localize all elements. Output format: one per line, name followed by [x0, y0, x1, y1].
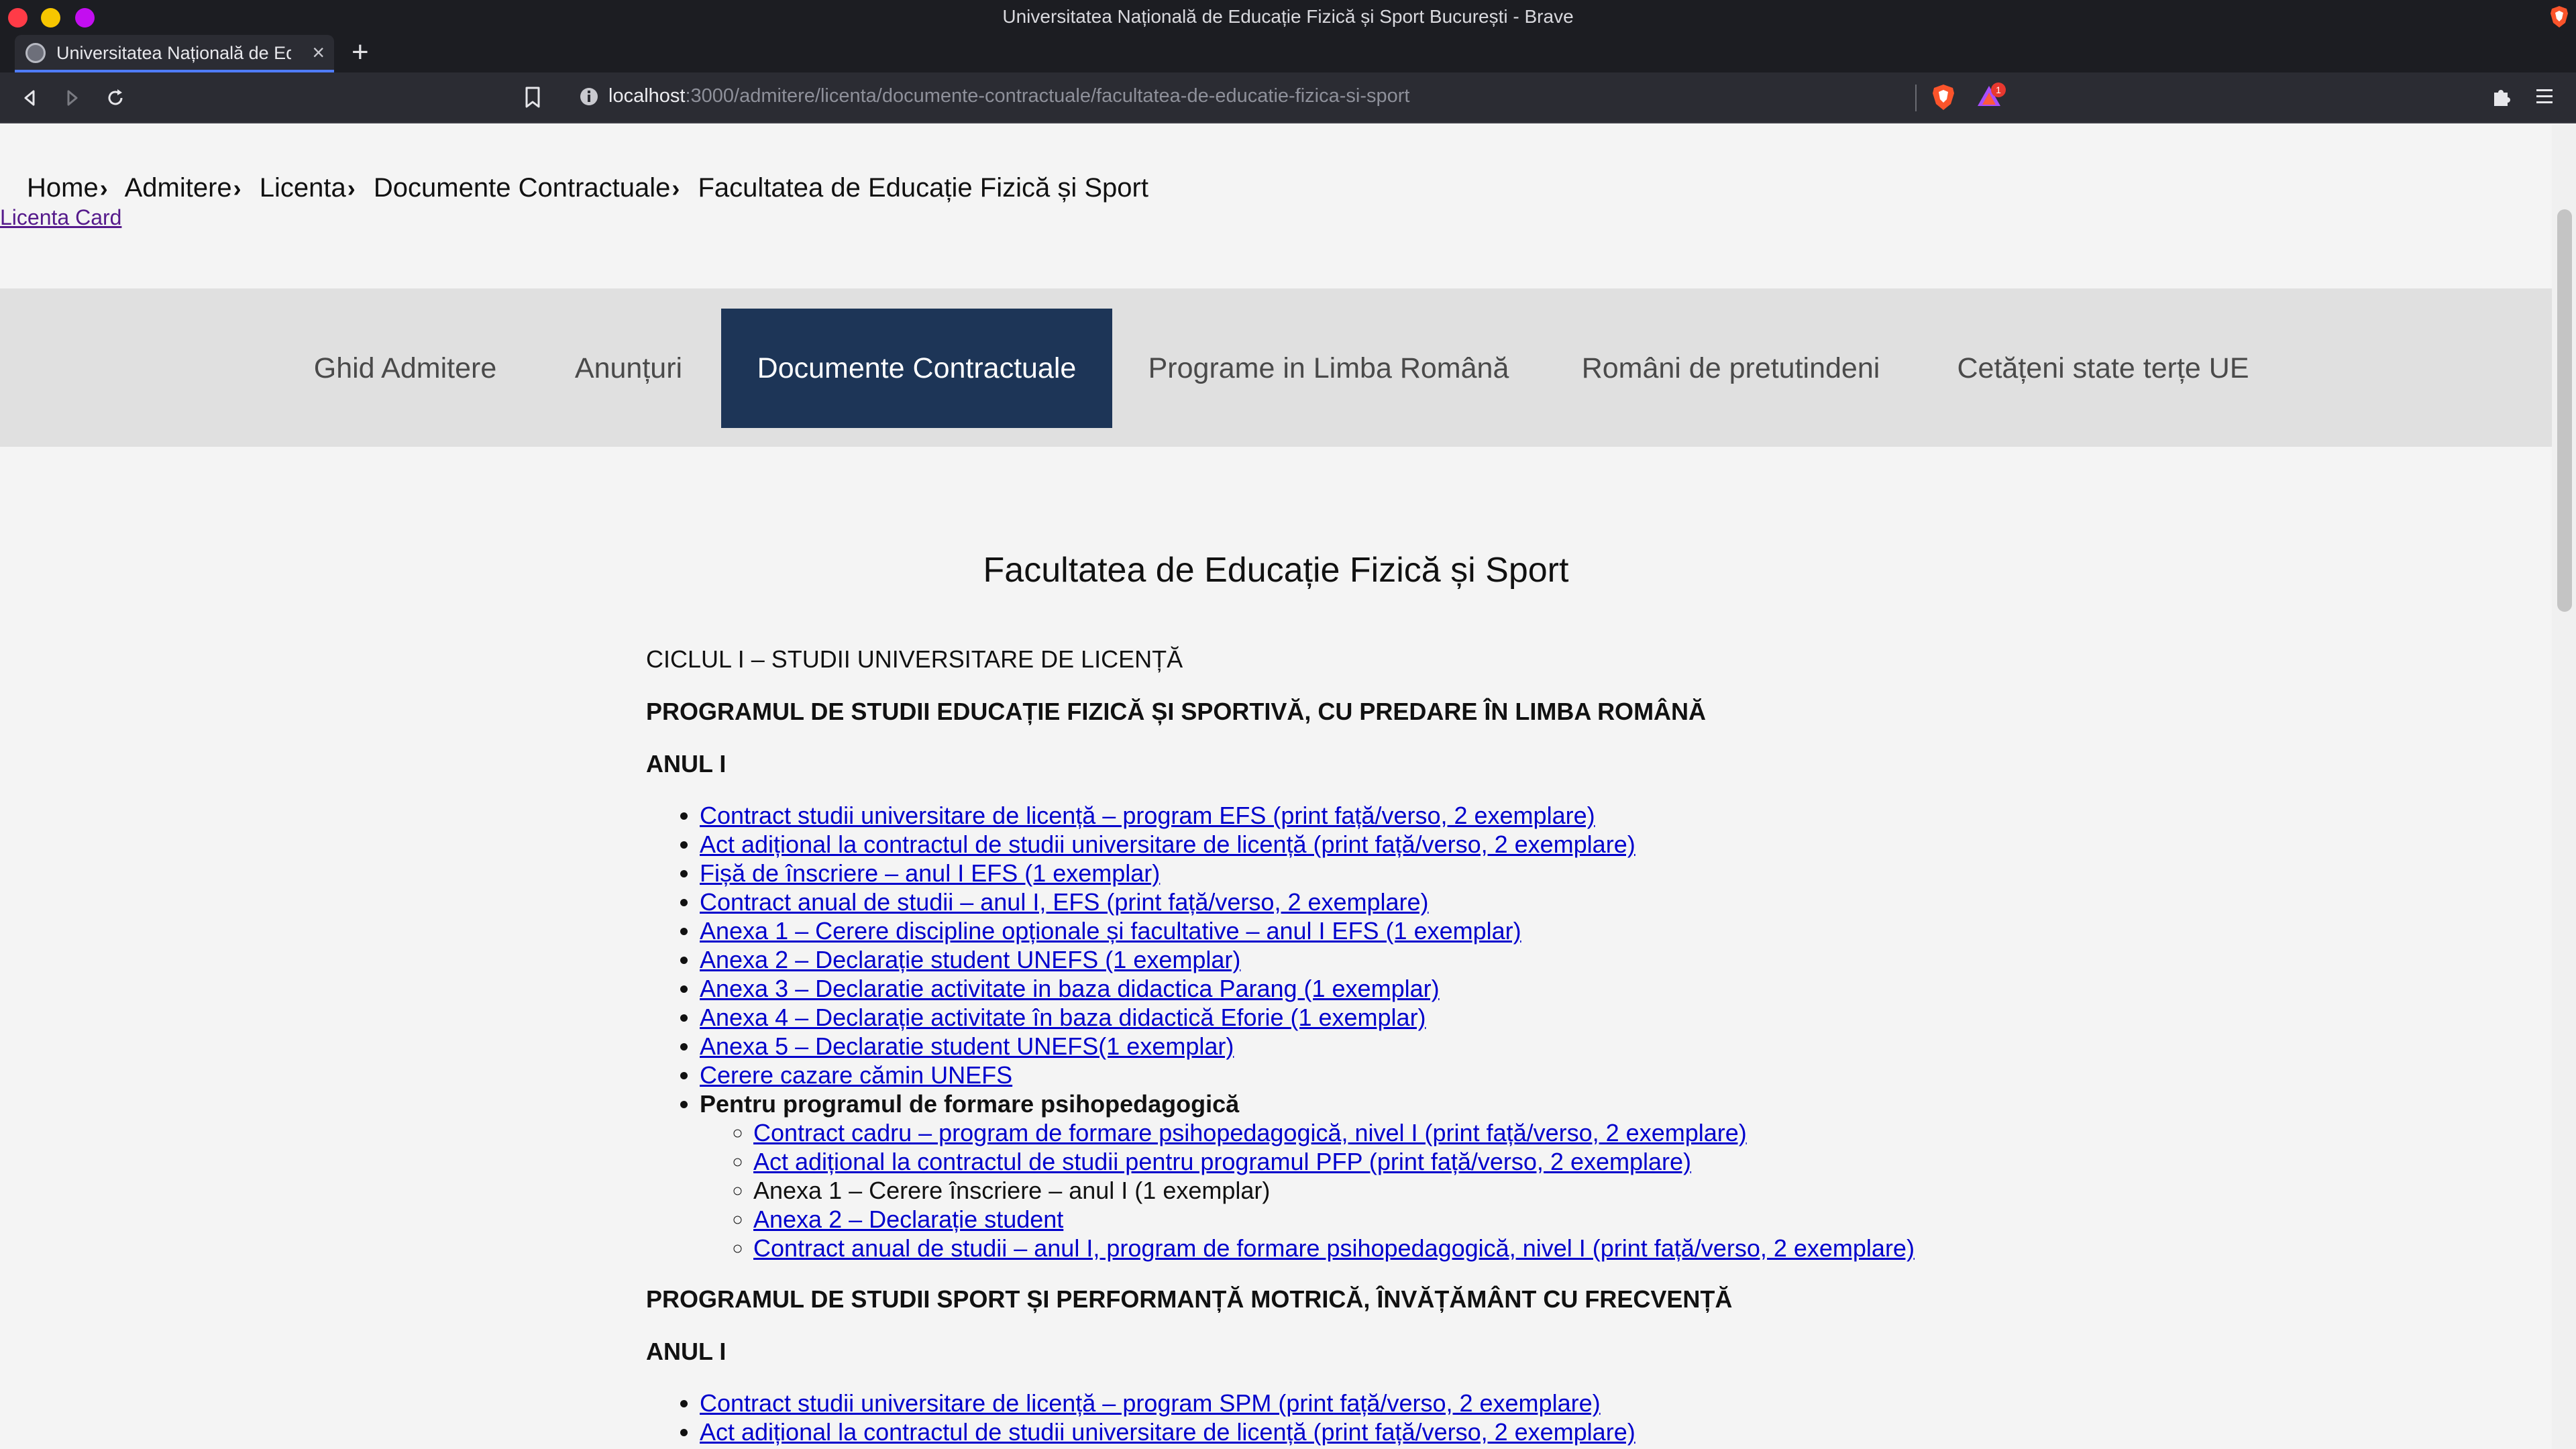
documents-content: CICLUL I – STUDII UNIVERSITARE DE LICENȚ…	[646, 644, 2256, 1449]
document-link[interactable]: Act adițional la contractul de studii un…	[700, 830, 1635, 858]
document-text: Anexa 1 – Cerere înscriere – anul I (1 e…	[753, 1177, 1271, 1204]
efs-documents-list: Contract studii universitare de licență …	[700, 801, 2256, 1263]
document-link[interactable]: Contract studii universitare de licență …	[700, 1389, 1601, 1417]
window-titlebar: Universitatea Națională de Educație Fizi…	[0, 0, 2576, 34]
list-item: Anexa 1 – Cerere discipline opționale și…	[700, 916, 2256, 945]
list-item: Anexa 2 – Declarație student UNEFS (1 ex…	[700, 945, 2256, 974]
back-arrow-icon[interactable]	[16, 85, 43, 111]
active-tab[interactable]: Universitatea Națională de Educație Fizi…	[15, 35, 334, 72]
breadcrumb-separator: ›	[233, 174, 241, 202]
spm-documents-list: Contract studii universitare de licență …	[700, 1389, 2256, 1446]
program-spm-heading: PROGRAMUL DE STUDII SPORT ȘI PERFORMANȚĂ…	[646, 1285, 1733, 1313]
web-page: Home› Admitere› Licenta› Documente Contr…	[0, 125, 2552, 1449]
document-link[interactable]: Contract anual de studii – anul I, progr…	[753, 1234, 1915, 1262]
breadcrumb-home[interactable]: Home	[27, 173, 99, 203]
list-item: Anexa 3 – Declaratie activitate in baza …	[700, 974, 2256, 1003]
pfp-heading: Pentru programul de formare psihopedagog…	[700, 1090, 1240, 1118]
toolbar-divider	[1915, 85, 1917, 111]
list-item: Contract cadru – program de formare psih…	[753, 1118, 2256, 1147]
list-item: Act adițional la contractul de studii un…	[700, 1417, 2256, 1446]
scrollbar-thumb[interactable]	[2557, 209, 2572, 612]
subnav-programe-limba-romana[interactable]: Programe in Limba Română	[1139, 309, 1518, 428]
document-link[interactable]: Act adițional la contractul de studii pe…	[753, 1148, 1691, 1175]
list-item: Pentru programul de formare psihopedagog…	[700, 1089, 2256, 1263]
list-item: Fișă de înscriere – anul I EFS (1 exempl…	[700, 859, 2256, 888]
url-path: :3000/admitere/licenta/documente-contrac…	[685, 85, 1410, 107]
browser-toolbar: localhost:3000/admitere/licenta/document…	[0, 72, 2576, 123]
cycle-heading: CICLUL I – STUDII UNIVERSITARE DE LICENȚ…	[646, 645, 1183, 673]
breadcrumb-admitere[interactable]: Admitere	[125, 173, 232, 203]
tab-title: Universitatea Națională de Educație Fizi…	[56, 43, 291, 63]
document-link[interactable]: Contract anual de studii – anul I, EFS (…	[700, 888, 1429, 916]
rewards-badge: 1	[1991, 83, 2006, 97]
breadcrumb-separator: ›	[99, 174, 108, 202]
program-spm-year: ANUL I	[646, 1338, 727, 1365]
tab-close-icon[interactable]: ×	[312, 40, 325, 65]
licenta-card-link[interactable]: Licenta Card	[0, 205, 121, 230]
list-item: Act adițional la contractul de studii pe…	[753, 1147, 2256, 1176]
program-efs-heading: PROGRAMUL DE STUDII EDUCAȚIE FIZICĂ ȘI S…	[646, 698, 1707, 725]
brave-shield-icon[interactable]	[1931, 83, 1956, 111]
reload-icon[interactable]	[102, 85, 129, 111]
forward-arrow-icon[interactable]	[59, 85, 86, 111]
list-item: Anexa 5 – Declaratie student UNEFS(1 exe…	[700, 1032, 2256, 1061]
bookmark-icon[interactable]	[523, 86, 542, 109]
document-link[interactable]: Anexa 3 – Declaratie activitate in baza …	[700, 975, 1440, 1002]
list-item: Contract anual de studii – anul I, EFS (…	[700, 888, 2256, 916]
document-link[interactable]: Anexa 2 – Declarație student	[753, 1205, 1063, 1233]
breadcrumb-documente-contractuale[interactable]: Documente Contractuale	[374, 173, 670, 203]
window-title: Universitatea Națională de Educație Fizi…	[1002, 6, 1574, 27]
address-bar[interactable]: localhost:3000/admitere/licenta/document…	[608, 85, 1409, 107]
tab-strip: Universitatea Națională de Educație Fizi…	[0, 34, 2576, 72]
document-link[interactable]: Anexa 2 – Declarație student UNEFS (1 ex…	[700, 946, 1240, 973]
subnav-anunturi[interactable]: Anunțuri	[554, 309, 703, 428]
url-host: localhost	[608, 85, 686, 107]
hamburger-menu-icon[interactable]	[2534, 87, 2555, 106]
list-item: Cerere cazare cămin UNEFS	[700, 1061, 2256, 1089]
breadcrumb-separator: ›	[347, 174, 356, 202]
document-link[interactable]: Act adițional la contractul de studii un…	[700, 1418, 1635, 1446]
list-item: Contract studii universitare de licență …	[700, 1389, 2256, 1417]
list-item: Act adițional la contractul de studii un…	[700, 830, 2256, 859]
breadcrumb-current-page: Facultatea de Educație Fizică și Sport	[698, 173, 1148, 203]
subnav-romani-de-pretutindeni[interactable]: Români de pretutindeni	[1566, 309, 1895, 428]
list-item: Anexa 1 – Cerere înscriere – anul I (1 e…	[753, 1176, 2256, 1205]
subnav-ghid-admitere[interactable]: Ghid Admitere	[299, 309, 511, 428]
brave-logo-icon	[2551, 6, 2568, 28]
site-favicon-icon	[25, 43, 46, 63]
svg-text:1: 1	[1996, 85, 2001, 95]
document-link[interactable]: Anexa 1 – Cerere discipline opționale și…	[700, 917, 1521, 945]
breadcrumb-licenta[interactable]: Licenta	[260, 173, 346, 203]
document-link[interactable]: Contract studii universitare de licență …	[700, 802, 1595, 829]
list-item: Anexa 4 – Declarație activitate în baza …	[700, 1003, 2256, 1032]
document-link[interactable]: Cerere cazare cămin UNEFS	[700, 1061, 1012, 1089]
pfp-documents-list: Contract cadru – program de formare psih…	[753, 1118, 2256, 1263]
puzzle-icon[interactable]	[2490, 86, 2513, 109]
content-title: Facultatea de Educație Fizică și Sport	[983, 551, 1569, 590]
document-link[interactable]: Contract cadru – program de formare psih…	[753, 1119, 1747, 1146]
subnav-cetateni-state-terte[interactable]: Cetățeni state terțe UE	[1945, 309, 2261, 428]
list-item: Contract anual de studii – anul I, progr…	[753, 1234, 2256, 1263]
document-link[interactable]: Anexa 4 – Declarație activitate în baza …	[700, 1004, 1426, 1031]
list-item: Contract studii universitare de licență …	[700, 801, 2256, 830]
site-info-icon[interactable]	[578, 86, 600, 107]
document-link[interactable]: Fișă de înscriere – anul I EFS (1 exempl…	[700, 859, 1160, 887]
new-tab-button[interactable]: +	[352, 35, 369, 70]
breadcrumb: Home› Admitere› Licenta› Documente Contr…	[27, 173, 1148, 203]
admission-subnav: Ghid Admitere Anunțuri Documente Contrac…	[0, 288, 2552, 447]
breadcrumb-separator: ›	[672, 174, 680, 202]
page-scrollbar[interactable]	[2552, 125, 2576, 1449]
subnav-documente-contractuale[interactable]: Documente Contractuale	[721, 309, 1112, 428]
program-efs-year: ANUL I	[646, 750, 727, 777]
document-link[interactable]: Anexa 5 – Declaratie student UNEFS(1 exe…	[700, 1032, 1234, 1060]
list-item: Anexa 2 – Declarație student	[753, 1205, 2256, 1234]
